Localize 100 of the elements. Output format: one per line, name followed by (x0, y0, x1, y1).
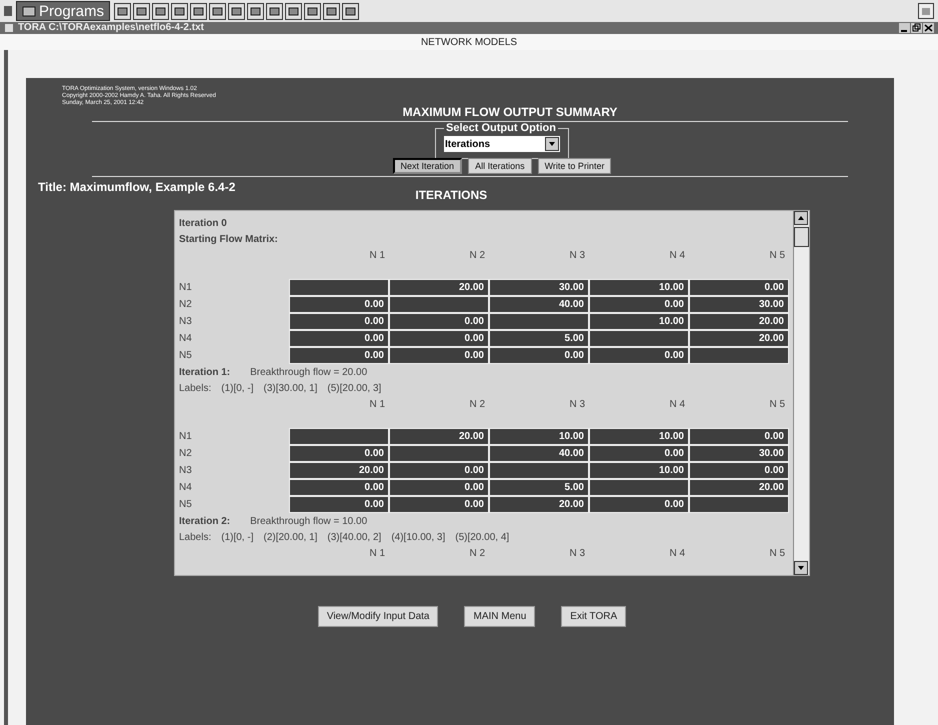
node-label: (5)[20.00, 3] (327, 382, 382, 394)
toolbar-window-icon[interactable] (228, 2, 246, 20)
action-button[interactable]: All Iterations (468, 158, 532, 174)
column-header: N 3 (568, 250, 586, 260)
matrix-cell: 0.00 (589, 496, 689, 513)
action-button[interactable]: Next Iteration (392, 158, 462, 174)
matrix-cell: 0.00 (289, 496, 389, 513)
dropdown-caret-icon[interactable] (545, 137, 559, 151)
matrix-cell: 30.00 (489, 279, 589, 296)
scrollbar[interactable] (793, 211, 809, 575)
matrix-cell: 10.00 (489, 428, 589, 445)
matrix-cell: 20.00 (389, 279, 489, 296)
output-option-dropdown[interactable]: Iterations (444, 136, 560, 152)
section-title: ITERATIONS (415, 188, 488, 202)
matrix-cell: 0.00 (389, 313, 489, 330)
matrix-cell: 40.00 (489, 445, 589, 462)
toolbar-window-icon[interactable] (266, 2, 284, 20)
matrix-cell: 0.00 (389, 479, 489, 496)
minimize-icon[interactable] (899, 23, 910, 33)
labels-heading: Labels: (179, 532, 212, 542)
header-title: NETWORK MODELS (420, 36, 518, 48)
matrix-cell: 5.00 (489, 330, 589, 347)
toolbar-window-icon[interactable] (190, 2, 208, 20)
matrix-cell: 0.00 (389, 462, 489, 479)
column-header: N 1 (368, 250, 386, 260)
matrix-cell: 0.00 (389, 330, 489, 347)
matrix-cell: 0.00 (289, 347, 389, 364)
matrix-cell: 10.00 (589, 428, 689, 445)
toolbar-window-icon[interactable] (304, 2, 322, 20)
command-button[interactable]: Exit TORA (561, 606, 626, 627)
matrix-cell: 5.00 (489, 479, 589, 496)
node-label: (4)[10.00, 3] (391, 532, 446, 542)
matrix-cell: 30.00 (689, 296, 789, 313)
column-header: N 4 (668, 250, 686, 260)
command-button[interactable]: View/Modify Input Data (318, 606, 438, 627)
scroll-up-icon[interactable] (794, 211, 808, 225)
toolbar-window-icon[interactable] (209, 2, 226, 20)
column-header: N 2 (468, 398, 486, 410)
matrix-cell: 0.00 (689, 462, 789, 479)
toolbar-window-icon[interactable] (323, 2, 340, 20)
column-header: N 2 (468, 548, 486, 558)
labels-heading: Labels: (179, 382, 212, 394)
breakthrough-flow: Breakthrough flow = 20.00 (250, 366, 368, 378)
node-label: (1)[0, -] (221, 532, 254, 542)
matrix-cell: 0.00 (289, 296, 389, 313)
matrix-cell: 0.00 (289, 445, 389, 462)
matrix-cell: 10.00 (589, 313, 689, 330)
matrix-cell: 20.00 (289, 462, 389, 479)
command-button[interactable]: MAIN Menu (464, 606, 536, 627)
toolbar-window-icon[interactable] (114, 2, 132, 20)
toolbar-window-icon[interactable] (285, 2, 302, 20)
matrix-cell: 0.00 (389, 347, 489, 364)
group-legend: Select Output Option (444, 122, 558, 134)
row-header: N4 (179, 481, 193, 495)
matrix-cell: 20.00 (689, 313, 789, 330)
node-label: (2)[20.00, 1] (263, 532, 318, 542)
matrix-cell: 20.00 (489, 496, 589, 513)
matrix-cell: 10.00 (589, 462, 689, 479)
column-header: N 5 (768, 548, 786, 558)
row-header: N3 (179, 464, 193, 478)
window-icon[interactable] (918, 3, 934, 19)
iteration-heading: Iteration 0 (179, 218, 227, 228)
column-header: N 5 (768, 398, 786, 410)
toolbar-window-icon[interactable] (152, 2, 170, 20)
row-header: N5 (179, 498, 193, 512)
matrix-cell: 10.00 (589, 279, 689, 296)
column-header: N 3 (568, 398, 586, 410)
row-header: N2 (179, 298, 193, 312)
programs-button[interactable]: Programs (16, 1, 110, 21)
breakthrough-flow: Breakthrough flow = 10.00 (250, 516, 368, 526)
scroll-down-icon[interactable] (794, 561, 808, 575)
problem-title: Title: Maximumflow, Example 6.4-2 (38, 180, 236, 194)
column-header: N 1 (368, 548, 386, 558)
toolbar-window-icon[interactable] (342, 2, 360, 20)
matrix-cell: 0.00 (589, 445, 689, 462)
matrix-cell: 40.00 (489, 296, 589, 313)
row-header: N1 (179, 430, 193, 444)
matrix-cell: 0.00 (289, 479, 389, 496)
toolbar-window-icon[interactable] (247, 2, 264, 20)
matrix-cell: 0.00 (589, 347, 689, 364)
column-header: N 5 (768, 250, 786, 260)
matrix-cell: 0.00 (689, 279, 789, 296)
matrix-cell: 0.00 (289, 313, 389, 330)
matrix-cell: 0.00 (589, 296, 689, 313)
iteration-heading: Iteration 1: (179, 366, 230, 378)
scroll-thumb[interactable] (794, 227, 809, 247)
column-header: N 2 (468, 250, 486, 260)
matrix-cell: 0.00 (289, 330, 389, 347)
node-label: (5)[20.00, 4] (455, 532, 510, 542)
summary-title: MAXIMUM FLOW OUTPUT SUMMARY (402, 105, 618, 119)
toolbar-window-icon[interactable] (133, 2, 150, 20)
column-header: N 4 (668, 548, 686, 558)
close-icon[interactable] (923, 23, 934, 33)
restore-icon[interactable] (911, 23, 922, 33)
action-button[interactable]: Write to Printer (538, 158, 612, 174)
row-header: N1 (179, 281, 193, 295)
matrix-cell: 0.00 (489, 347, 589, 364)
toolbar-window-icon[interactable] (171, 2, 188, 20)
matrix-cell: 20.00 (389, 428, 489, 445)
matrix-heading: Starting Flow Matrix: (179, 234, 278, 244)
